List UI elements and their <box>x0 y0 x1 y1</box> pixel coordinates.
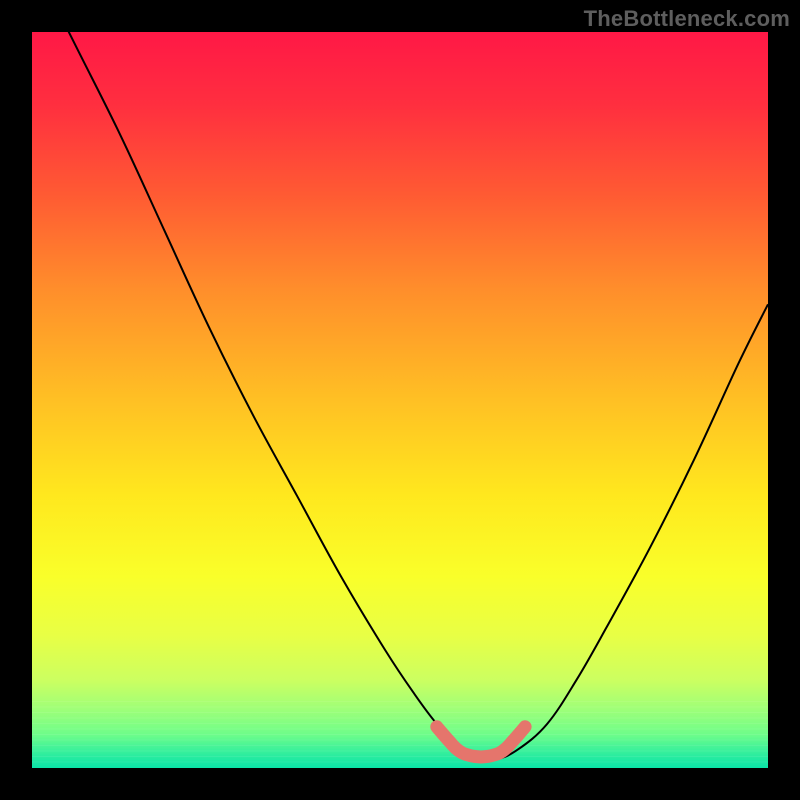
bottleneck-chart <box>0 0 800 800</box>
chart-frame: TheBottleneck.com <box>0 0 800 800</box>
gradient-background <box>32 32 768 768</box>
watermark-text: TheBottleneck.com <box>584 6 790 32</box>
